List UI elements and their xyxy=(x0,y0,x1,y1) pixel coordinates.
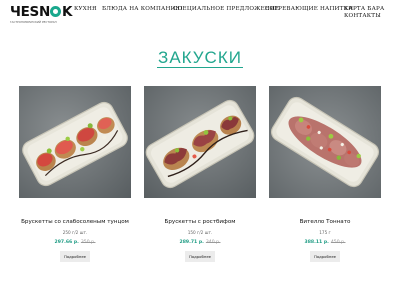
product-card: Брускетты со слабосоленым тунцом 250 г/2… xyxy=(19,86,131,262)
product-price: 297.66 р. xyxy=(54,240,79,245)
product-name[interactable]: Брускетты с ростбифом xyxy=(144,219,256,225)
product-price: 289.71 р. xyxy=(179,240,204,245)
site-header: ЧESN K ГАСТРОНОМИЧЕСКИЙ РЕСТОРАН КУХНЯ БЛ… xyxy=(0,0,400,34)
details-button[interactable]: Подробнее xyxy=(310,251,340,262)
logo-pin-icon xyxy=(50,6,62,17)
section-title-text: ЗАКУСКИ xyxy=(157,48,243,68)
nav-item-contacts[interactable]: КОНТАКТЫ xyxy=(344,13,384,20)
logo-wordmark: ЧESN K xyxy=(10,4,73,20)
product-card: Вителло Тоннато 175 г 388.11 р. 450 р. По… xyxy=(269,86,381,262)
nav-item-group-dishes[interactable]: БЛЮДА НА КОМПАНИЮ xyxy=(102,6,183,12)
logo-garlic-icon: S xyxy=(29,4,40,20)
product-old-price: 450 р. xyxy=(330,240,346,245)
nav-item-bar-menu[interactable]: КАРТА БАРА xyxy=(344,6,384,13)
product-weight: 175 г xyxy=(319,230,331,235)
product-old-price: 340 р. xyxy=(205,240,221,245)
nav-item-warming-drinks[interactable]: СОГРЕВАЮЩИЕ НАПИТКИ xyxy=(265,6,353,12)
product-price-line: 289.71 р. 340 р. xyxy=(144,240,256,245)
nav-item-group-bar-contacts: КАРТА БАРА КОНТАКТЫ xyxy=(344,6,384,20)
details-button[interactable]: Подробнее xyxy=(185,251,215,262)
product-photo-tuna-bruschetta[interactable] xyxy=(19,86,131,198)
product-weight: 250 г/2 шт. xyxy=(62,230,88,235)
product-name[interactable]: Брускетты со слабосоленым тунцом xyxy=(19,219,131,225)
product-name[interactable]: Вителло Тоннато xyxy=(269,219,381,225)
product-old-price: 350 р. xyxy=(80,240,96,245)
section-title: ЗАКУСКИ xyxy=(0,48,400,68)
product-card: Брускетты с ростбифом 150 г/2 шт. 289.71… xyxy=(144,86,256,262)
product-price-line: 388.11 р. 450 р. xyxy=(269,240,381,245)
logo-tagline: ГАСТРОНОМИЧЕСКИЙ РЕСТОРАН xyxy=(10,21,57,24)
product-price: 388.11 р. xyxy=(304,240,329,245)
product-photo-roastbeef-bruschetta[interactable] xyxy=(144,86,256,198)
nav-item-special-offer[interactable]: СПЕЦИАЛЬНОЕ ПРЕДЛОЖЕНИЕ xyxy=(173,6,279,12)
product-price-line: 297.66 р. 350 р. xyxy=(19,240,131,245)
brand-logo[interactable]: ЧESN K ГАСТРОНОМИЧЕСКИЙ РЕСТОРАН xyxy=(10,4,73,27)
product-weight: 150 г/2 шт. xyxy=(187,230,213,235)
nav-item-kitchen[interactable]: КУХНЯ xyxy=(74,6,97,12)
product-photo-vitello-tonnato[interactable] xyxy=(269,86,381,198)
details-button[interactable]: Подробнее xyxy=(60,251,90,262)
